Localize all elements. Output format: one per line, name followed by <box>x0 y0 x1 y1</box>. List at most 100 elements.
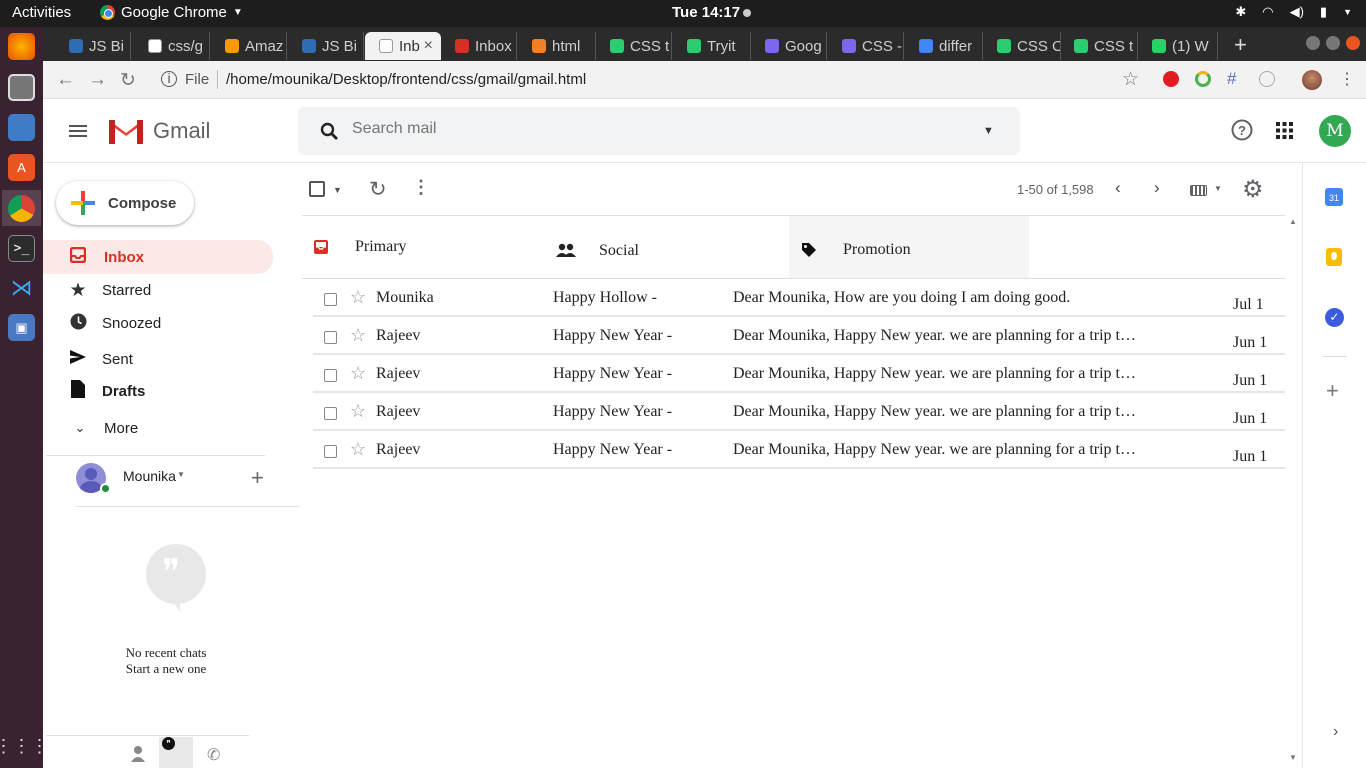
next-page-icon[interactable]: › <box>1154 178 1160 198</box>
main-menu-icon[interactable] <box>69 125 87 137</box>
tasks-icon[interactable]: ✓ <box>1325 308 1344 327</box>
browser-tab[interactable]: CSS C <box>983 32 1061 60</box>
phone-icon[interactable]: ✆ <box>207 745 220 765</box>
show-apps-icon[interactable]: ⋮⋮⋮ <box>0 733 49 760</box>
tab-primary[interactable]: Primary <box>302 216 542 278</box>
input-tools-dropdown-icon[interactable]: ▼ <box>1214 184 1222 193</box>
star-icon[interactable]: ☆ <box>350 363 366 384</box>
select-all-checkbox[interactable] <box>309 181 325 197</box>
battery-icon[interactable]: ▮ <box>1320 4 1327 20</box>
url-text[interactable]: /home/mounika/Desktop/frontend/css/gmail… <box>226 71 586 88</box>
browser-tab[interactable]: (1) W <box>1138 32 1218 60</box>
chrome-icon[interactable] <box>8 195 35 222</box>
previous-page-icon[interactable]: ‹ <box>1115 178 1121 198</box>
clock[interactable]: Tue 14:17 <box>672 4 740 21</box>
browser-tab[interactable]: Goog <box>751 32 827 60</box>
firefox-icon[interactable] <box>8 33 35 60</box>
grid-extension-icon[interactable]: # <box>1227 69 1236 89</box>
browser-tab[interactable]: Inbox <box>441 32 517 60</box>
vscode-icon[interactable]: ⋊ <box>8 274 35 301</box>
email-checkbox[interactable] <box>324 445 337 458</box>
keyboard-icon[interactable] <box>1190 185 1207 196</box>
sidebar-item-inbox[interactable]: Inbox <box>43 240 273 274</box>
search-options-icon[interactable]: ▼ <box>983 125 994 137</box>
new-tab-button[interactable]: + <box>1234 32 1247 58</box>
opera-extension-icon[interactable] <box>1163 71 1179 87</box>
add-chat-button[interactable]: + <box>251 465 264 491</box>
scrollbar[interactable]: ▲ ▼ <box>1285 215 1302 768</box>
email-checkbox[interactable] <box>324 293 337 306</box>
keep-icon[interactable] <box>1326 248 1342 266</box>
gmail-logo[interactable]: Gmail <box>107 116 210 146</box>
sidebar-item-drafts[interactable]: Drafts <box>43 375 273 407</box>
minimize-button[interactable] <box>1306 36 1320 50</box>
system-tray[interactable]: ✱ ◠ ◀) ▮ ▼ <box>1235 4 1352 20</box>
email-row[interactable]: ☆ Rajeev Happy New Year - Dear Mounika, Hap… <box>313 431 1285 469</box>
hangouts-tab-active[interactable]: ❞ <box>159 737 193 768</box>
star-icon[interactable]: ☆ <box>350 401 366 422</box>
expand-panel-icon[interactable]: › <box>1333 723 1338 741</box>
profile-avatar[interactable] <box>1302 70 1322 90</box>
chevron-down-icon[interactable]: ▼ <box>1343 7 1352 17</box>
tab-social[interactable]: Social <box>546 216 789 278</box>
sidebar-item-snoozed[interactable]: Snoozed <box>43 307 273 339</box>
volume-icon[interactable]: ◀) <box>1290 4 1304 20</box>
virtualbox-icon[interactable]: ▣ <box>8 314 35 341</box>
email-row[interactable]: ☆ Rajeev Happy New Year - Dear Mounika, Hap… <box>313 317 1285 355</box>
browser-tab[interactable]: JS Bi <box>288 32 364 60</box>
select-dropdown-icon[interactable]: ▼ <box>333 185 342 195</box>
writer-icon[interactable] <box>8 114 35 141</box>
browser-tab[interactable]: css/g <box>134 32 210 60</box>
email-checkbox[interactable] <box>324 369 337 382</box>
chrome-menu-button[interactable]: ⋮ <box>1339 69 1355 89</box>
bookmark-star-icon[interactable]: ☆ <box>1122 68 1139 91</box>
sidebar-item-sent[interactable]: Sent <box>43 343 273 375</box>
wifi-icon[interactable]: ◠ <box>1262 4 1273 20</box>
apps-grid-icon[interactable] <box>1276 122 1293 139</box>
hangouts-user-name[interactable]: Mounika <box>123 468 176 484</box>
search-bar[interactable]: ▼ <box>298 107 1020 155</box>
star-icon[interactable]: ☆ <box>350 439 366 460</box>
close-tab-icon[interactable]: × <box>424 37 433 55</box>
star-icon[interactable]: ☆ <box>350 325 366 346</box>
extension-icon[interactable] <box>1259 71 1275 87</box>
search-icon[interactable] <box>320 122 339 141</box>
browser-tab[interactable]: Tryit <box>673 32 751 60</box>
back-button[interactable]: ← <box>56 69 75 91</box>
compose-button[interactable]: Compose <box>56 181 194 225</box>
star-icon[interactable]: ☆ <box>350 287 366 308</box>
browser-tab[interactable]: Amaz <box>211 32 287 60</box>
maximize-button[interactable] <box>1326 36 1340 50</box>
sidebar-item-starred[interactable]: ★ Starred <box>43 274 273 306</box>
info-icon[interactable]: i <box>161 71 177 87</box>
browser-tab[interactable]: CSS - <box>828 32 904 60</box>
calendar-icon[interactable]: 31 <box>1325 188 1343 206</box>
files-icon[interactable] <box>8 74 35 101</box>
chevron-down-icon[interactable]: ▼ <box>177 470 185 479</box>
browser-tab[interactable]: differ <box>905 32 983 60</box>
search-input[interactable] <box>352 120 952 138</box>
start-new-chat-link[interactable]: Start a new one <box>43 661 289 677</box>
activities-button[interactable]: Activities <box>12 4 71 21</box>
settings-gear-icon[interactable]: ⚙ <box>1242 175 1264 204</box>
terminal-icon[interactable]: >_ <box>8 235 35 262</box>
email-checkbox[interactable] <box>324 331 337 344</box>
app-menu[interactable]: Google Chrome ▼ <box>100 4 243 21</box>
close-window-button[interactable] <box>1346 36 1360 50</box>
email-row[interactable]: ☆ Mounika Happy Hollow - Dear Mounika, How … <box>313 279 1285 317</box>
more-options-icon[interactable]: ⋮ <box>412 177 430 198</box>
browser-tab[interactable]: JS Bi <box>55 32 131 60</box>
extension-icon[interactable] <box>1195 71 1211 87</box>
add-addon-button[interactable]: + <box>1326 378 1339 404</box>
browser-tab[interactable]: CSS t <box>1060 32 1138 60</box>
tab-promotion[interactable]: Promotion <box>789 216 1029 278</box>
help-icon[interactable]: ? <box>1231 119 1253 141</box>
forward-button[interactable]: → <box>88 69 107 91</box>
browser-tab[interactable]: Inb × <box>365 32 441 60</box>
sidebar-item-more[interactable]: ⌄ More <box>43 412 273 444</box>
browser-tab[interactable]: html <box>518 32 596 60</box>
browser-tab[interactable]: CSS t <box>596 32 672 60</box>
refresh-icon[interactable]: ↻ <box>369 177 387 202</box>
account-avatar[interactable]: M <box>1319 115 1351 147</box>
contacts-icon[interactable] <box>130 745 146 763</box>
